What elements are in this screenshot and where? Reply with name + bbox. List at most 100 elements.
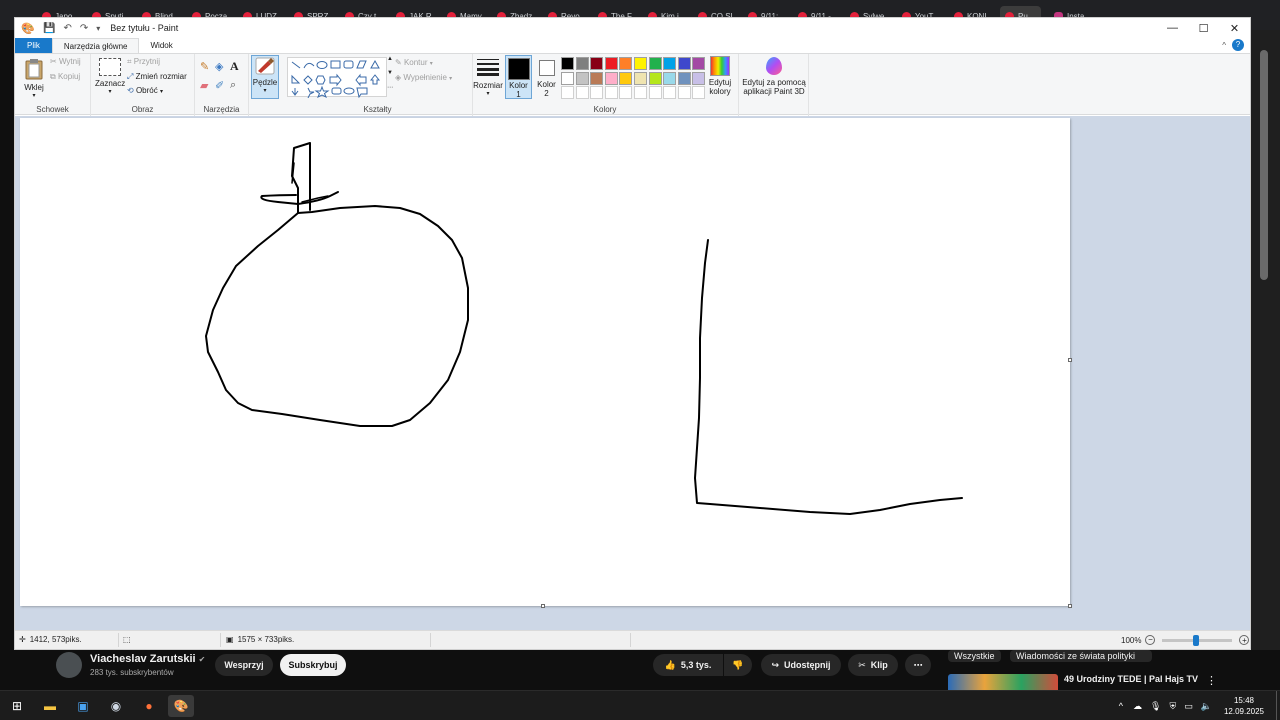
zoom-in-icon[interactable]: +	[1239, 635, 1250, 645]
color-swatch[interactable]	[634, 71, 647, 85]
quick-access-dropdown-icon[interactable]: ▾	[96, 24, 100, 33]
color-swatch[interactable]	[634, 57, 647, 70]
redo-icon[interactable]: ↷	[80, 23, 88, 34]
color-swatch[interactable]	[677, 86, 691, 99]
color2-button[interactable]: Kolor 2	[533, 55, 560, 99]
channel-name[interactable]: Viacheslav Zarutskii ✔	[90, 653, 205, 665]
color-swatch[interactable]	[663, 86, 677, 99]
channel-avatar[interactable]	[56, 652, 82, 678]
color-swatch[interactable]	[692, 57, 706, 70]
color-swatch[interactable]	[648, 86, 662, 99]
rotate-button[interactable]: ⟲ Obróć ▾	[127, 86, 163, 95]
start-button[interactable]: ⊞	[4, 695, 30, 717]
support-button[interactable]: Wesprzyj	[215, 654, 273, 676]
color-picker-icon[interactable]: ✐	[215, 79, 224, 92]
color-swatch[interactable]	[590, 57, 604, 70]
tab-home[interactable]: Narzędzia główne	[51, 38, 140, 53]
drawing-canvas[interactable]	[20, 118, 1070, 606]
zoom-slider-thumb[interactable]	[1193, 634, 1200, 646]
color-swatch[interactable]	[575, 71, 589, 85]
color-swatch[interactable]	[561, 71, 574, 85]
edit-paint3d-button[interactable]: Edytuj za pomocą aplikacji Paint 3D	[741, 57, 807, 96]
color-swatch[interactable]	[692, 71, 706, 85]
dislike-button[interactable]: 👎	[724, 654, 752, 676]
resize-button[interactable]: ⤢ Zmień rozmiar	[127, 72, 187, 82]
close-button[interactable]: ✕	[1219, 18, 1250, 38]
copy-button[interactable]: ⧉ Kopiuj	[50, 72, 80, 82]
select-button[interactable]: Zaznacz ▾	[95, 58, 125, 95]
color-swatch[interactable]	[604, 86, 618, 99]
color-swatch[interactable]	[619, 86, 633, 99]
clip-button[interactable]: ✂ Klip	[848, 654, 898, 676]
tab-file[interactable]: Plik	[15, 38, 52, 53]
resize-handle-corner[interactable]	[1068, 604, 1072, 608]
outline-button[interactable]: ✎ Kontur ▾	[395, 58, 433, 67]
color-swatch[interactable]	[561, 86, 574, 99]
fill-bucket-icon[interactable]: ◈	[215, 60, 223, 73]
video-menu-icon[interactable]: ⋮	[1206, 674, 1217, 687]
eraser-icon[interactable]: ▰	[200, 79, 208, 92]
color-swatch[interactable]	[604, 57, 618, 70]
color-swatch[interactable]	[677, 71, 691, 85]
tab-view[interactable]: Widok	[139, 38, 183, 53]
microphone-icon[interactable]: 🎙	[1150, 701, 1161, 712]
browser-scrollbar[interactable]	[1250, 30, 1280, 690]
clock[interactable]: 15:48 12.09.2025	[1224, 695, 1264, 717]
shapes-gallery[interactable]	[287, 57, 387, 99]
color-swatch[interactable]	[619, 71, 633, 85]
scrollbar-thumb[interactable]	[1260, 50, 1268, 280]
shapes-scroll-down-icon[interactable]: ▼	[387, 70, 393, 76]
shapes-scroll-up-icon[interactable]: ▲	[387, 56, 393, 62]
taskbar-file-explorer[interactable]: ▬	[37, 695, 63, 717]
color-swatch[interactable]	[604, 71, 618, 85]
network-icon[interactable]: ▭	[1184, 701, 1193, 712]
color-swatch[interactable]	[590, 86, 604, 99]
color-swatch[interactable]	[648, 57, 662, 70]
minimize-button[interactable]: —	[1157, 18, 1188, 38]
paste-button[interactable]: Wklej ▾	[23, 58, 45, 99]
color-swatch[interactable]	[619, 57, 633, 70]
color-swatch[interactable]	[663, 57, 677, 70]
color-swatch[interactable]	[663, 71, 677, 85]
like-button[interactable]: 👍 5,3 tys.	[653, 654, 723, 676]
brushes-button[interactable]: Pędzle ▾	[251, 55, 279, 99]
color1-button[interactable]: Kolor 1	[505, 55, 532, 99]
resize-handle-right[interactable]	[1068, 358, 1072, 362]
cloud-icon[interactable]: ☁	[1133, 701, 1142, 712]
chip-all[interactable]: Wszystkie	[948, 650, 1001, 662]
cut-button[interactable]: ✂ Wytnij	[50, 57, 81, 66]
crop-button[interactable]: ⌗ Przytnij	[127, 57, 160, 67]
subscribe-button[interactable]: Subskrybuj	[280, 654, 346, 676]
magnifier-icon[interactable]: ⌕	[230, 79, 236, 92]
color-swatch[interactable]	[648, 71, 662, 85]
taskbar-app-2[interactable]: ▣	[70, 695, 96, 717]
text-tool-icon[interactable]: A	[230, 59, 239, 74]
undo-icon[interactable]: ↶	[63, 23, 71, 34]
fill-button[interactable]: ◈ Wypełnienie ▾	[395, 73, 452, 82]
share-button[interactable]: ↪ Udostępnij	[761, 654, 841, 676]
chip-politics[interactable]: Wiadomości ze świata polityki	[1010, 650, 1152, 662]
color-swatch[interactable]	[634, 86, 647, 99]
show-desktop-button[interactable]	[1276, 691, 1280, 720]
shapes-more-icon[interactable]: ⋯	[387, 84, 393, 91]
taskbar-paint[interactable]: 🎨	[168, 695, 194, 717]
color-swatch[interactable]	[677, 57, 691, 70]
taskbar-firefox[interactable]: ●	[136, 695, 162, 717]
taskbar-steam[interactable]: ◉	[103, 695, 129, 717]
video-title[interactable]: 49 Urodziny TEDE | Pal Hajs TV	[1064, 674, 1198, 684]
size-button[interactable]: Rozmiar ▾	[473, 58, 503, 97]
collapse-ribbon-icon[interactable]: ^	[1222, 41, 1226, 50]
pencil-icon[interactable]: ✎	[200, 60, 209, 73]
maximize-button[interactable]: ☐	[1188, 18, 1219, 38]
more-actions-button[interactable]: ⋯	[905, 654, 931, 676]
color-swatch[interactable]	[575, 86, 589, 99]
volume-icon[interactable]: 🔈	[1201, 701, 1212, 712]
edit-colors-button[interactable]: Edytuj kolory	[705, 56, 735, 96]
save-icon[interactable]: 💾	[43, 23, 55, 34]
zoom-out-icon[interactable]: −	[1145, 635, 1156, 645]
color-swatch[interactable]	[575, 57, 589, 70]
zoom-slider[interactable]	[1162, 634, 1233, 646]
color-swatch[interactable]	[692, 86, 706, 99]
tray-overflow-icon[interactable]: ^	[1119, 701, 1123, 711]
security-icon[interactable]: ⛨	[1169, 701, 1176, 712]
